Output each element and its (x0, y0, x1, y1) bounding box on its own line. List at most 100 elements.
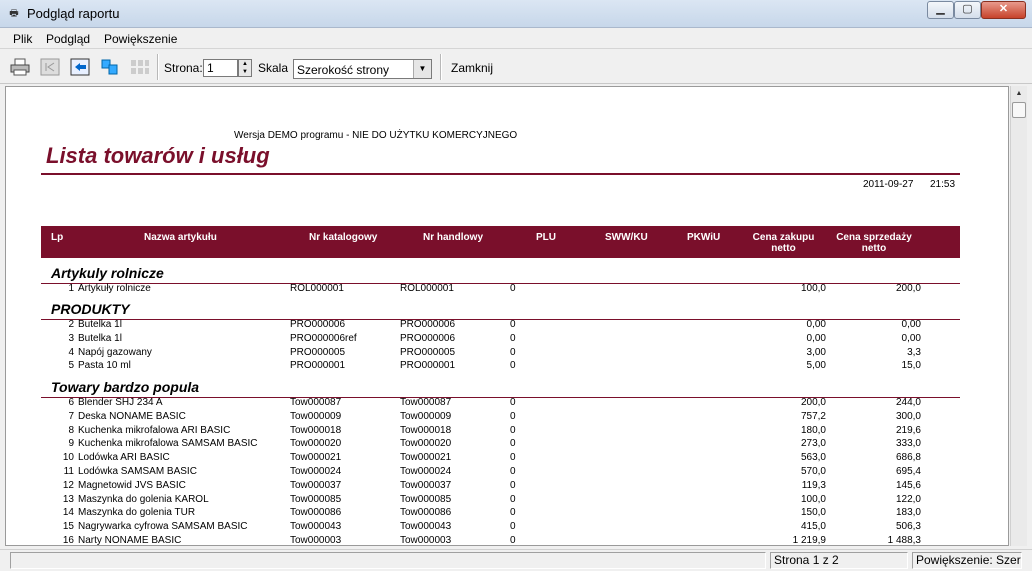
menu-powiekszenie[interactable]: Powiększenie (104, 32, 177, 46)
cell-buy: 0,00 (806, 332, 826, 344)
group-title: PRODUKTY (51, 301, 130, 317)
cell-name: Butelka 1l (78, 332, 122, 344)
cell-trade: Tow000085 (400, 493, 452, 505)
cell-catalog: Tow000018 (290, 424, 342, 436)
report-time: 21:53 (930, 179, 956, 190)
cell-sell: 183,0 (895, 507, 921, 519)
vertical-scrollbar[interactable]: ▲ (1010, 86, 1027, 546)
menu-bar: Plik Podgląd Powiększenie (0, 29, 1032, 49)
cell-trade: PRO000006 (400, 332, 456, 344)
cell-buy: 3,00 (806, 346, 826, 358)
report-title: Lista towarów i usług (46, 143, 270, 168)
cell-name: Maszynka do golenia TUR (78, 507, 196, 519)
cell-plu: 0 (510, 521, 516, 533)
page-spinner[interactable]: ▲ ▼ (238, 59, 252, 77)
cell-catalog: Tow000087 (290, 397, 342, 408)
menu-plik[interactable]: Plik (13, 32, 32, 46)
cell-trade: PRO000006 (400, 319, 456, 330)
scale-label: Skala (258, 61, 289, 75)
minimize-button[interactable]: ▁ (927, 1, 954, 19)
refresh-page-icon[interactable] (70, 58, 90, 76)
status-zoom-info: Powiększenie: Szerol (912, 552, 1022, 569)
status-panel-empty (10, 552, 766, 569)
toolbar-separator (440, 54, 442, 80)
cell-buy: 100,0 (800, 493, 826, 505)
export-icon[interactable] (100, 58, 120, 76)
cell-plu: 0 (510, 452, 516, 464)
cell-trade: Tow000037 (400, 479, 452, 491)
cell-plu: 0 (510, 410, 516, 422)
table-row: 9 Kuchenka mikrofalowa SAMSAM BASIC Tow000… (6, 438, 1006, 452)
cell-lp: 13 (62, 493, 74, 505)
cell-name: Deska NONAME BASIC (78, 410, 186, 422)
cell-sell: 686,8 (895, 452, 921, 464)
spin-up-icon[interactable]: ▲ (239, 60, 251, 68)
cell-catalog: ROL000001 (290, 283, 344, 294)
cell-trade: PRO000005 (400, 346, 456, 358)
first-page-icon[interactable] (40, 58, 60, 76)
cell-sell: 0,00 (901, 332, 921, 344)
cell-catalog: Tow000037 (290, 479, 342, 491)
page-number-input[interactable]: 1 (203, 59, 238, 77)
close-button[interactable]: Zamknij (451, 61, 493, 75)
table-row: 2 Butelka 1l PRO000006 PRO000006 0 0,00 0,00 (6, 319, 1006, 333)
close-window-button[interactable]: ✕ (981, 1, 1026, 19)
menu-podglad[interactable]: Podgląd (46, 32, 90, 46)
cell-buy: 757,2 (800, 410, 826, 422)
maximize-button[interactable]: ▢ (954, 1, 981, 19)
cell-trade: Tow000020 (400, 438, 452, 450)
cell-name: Pasta 10 ml (78, 360, 131, 372)
cell-catalog: PRO000006 (290, 319, 346, 330)
report-date: 2011-09-27 (863, 179, 914, 190)
scale-select[interactable]: Szerokość strony ▼ (293, 59, 432, 79)
table-row: 8 Kuchenka mikrofalowa ARI BASIC Tow000018… (6, 425, 1006, 439)
cell-catalog: Tow000021 (290, 452, 342, 464)
cell-sell: 0,00 (901, 319, 921, 330)
cell-lp: 15 (62, 521, 74, 533)
print-icon[interactable] (10, 58, 30, 76)
group-title: Towary bardzo popula (51, 379, 200, 395)
cell-lp: 1 (68, 283, 74, 294)
scroll-up-icon[interactable]: ▲ (1011, 86, 1027, 102)
status-page-info: Strona 1 z 2 (770, 552, 908, 569)
grid-view-icon[interactable] (130, 58, 150, 76)
cell-trade: Tow000024 (400, 466, 452, 477)
report-preview[interactable]: Wersja DEMO programu - NIE DO UŻYTKU KOM… (5, 86, 1009, 546)
cell-trade: Tow000087 (400, 397, 452, 408)
col-sww: SWW/KU (605, 232, 648, 243)
chevron-down-icon[interactable]: ▼ (413, 60, 431, 78)
col-trade: Nr handlowy (423, 232, 484, 243)
group-title: Artykuly rolnicze (51, 265, 164, 281)
cell-trade: Tow000009 (400, 410, 452, 422)
cell-plu: 0 (510, 319, 516, 330)
cell-trade: Tow000003 (400, 535, 452, 546)
table-row: 12 Magnetowid JVS BASIC Tow000037 Tow000037… (6, 480, 1006, 494)
cell-plu: 0 (510, 346, 516, 358)
cell-catalog: PRO000006ref (290, 332, 357, 344)
cell-sell: 122,0 (895, 493, 921, 505)
cell-catalog: Tow000085 (290, 493, 342, 505)
table-header: Lp Nazwa artykułu Nr katalogowy Nr handl… (41, 226, 960, 258)
cell-sell: 333,0 (895, 438, 921, 450)
cell-catalog: Tow000003 (290, 535, 342, 546)
cell-trade: Tow000018 (400, 424, 452, 436)
report-page: Wersja DEMO programu - NIE DO UŻYTKU KOM… (6, 87, 1006, 546)
cell-lp: 4 (68, 346, 74, 358)
table-row: 11 Lodówka SAMSAM BASIC Tow000024 Tow000024… (6, 466, 1006, 480)
cell-plu: 0 (510, 397, 516, 408)
toolbar: Strona: 1 ▲ ▼ Skala Szerokość strony ▼ Z… (0, 50, 1032, 84)
cell-name: Kuchenka mikrofalowa ARI BASIC (78, 424, 231, 436)
cell-catalog: Tow000086 (290, 507, 342, 519)
cell-buy: 180,0 (800, 424, 826, 436)
cell-name: Blender SHJ 234 A (78, 397, 163, 408)
cell-trade: Tow000043 (400, 521, 452, 533)
cell-sell: 219,6 (895, 424, 921, 436)
table-row: 6 Blender SHJ 234 A Tow000087 Tow000087 0 200… (6, 397, 1006, 411)
scroll-thumb[interactable] (1012, 102, 1026, 118)
cell-plu: 0 (510, 283, 516, 294)
cell-name: Butelka 1l (78, 319, 122, 330)
col-lp: Lp (51, 232, 64, 243)
spin-down-icon[interactable]: ▼ (239, 68, 251, 76)
cell-plu: 0 (510, 332, 516, 344)
cell-name: Kuchenka mikrofalowa SAMSAM BASIC (78, 438, 258, 450)
